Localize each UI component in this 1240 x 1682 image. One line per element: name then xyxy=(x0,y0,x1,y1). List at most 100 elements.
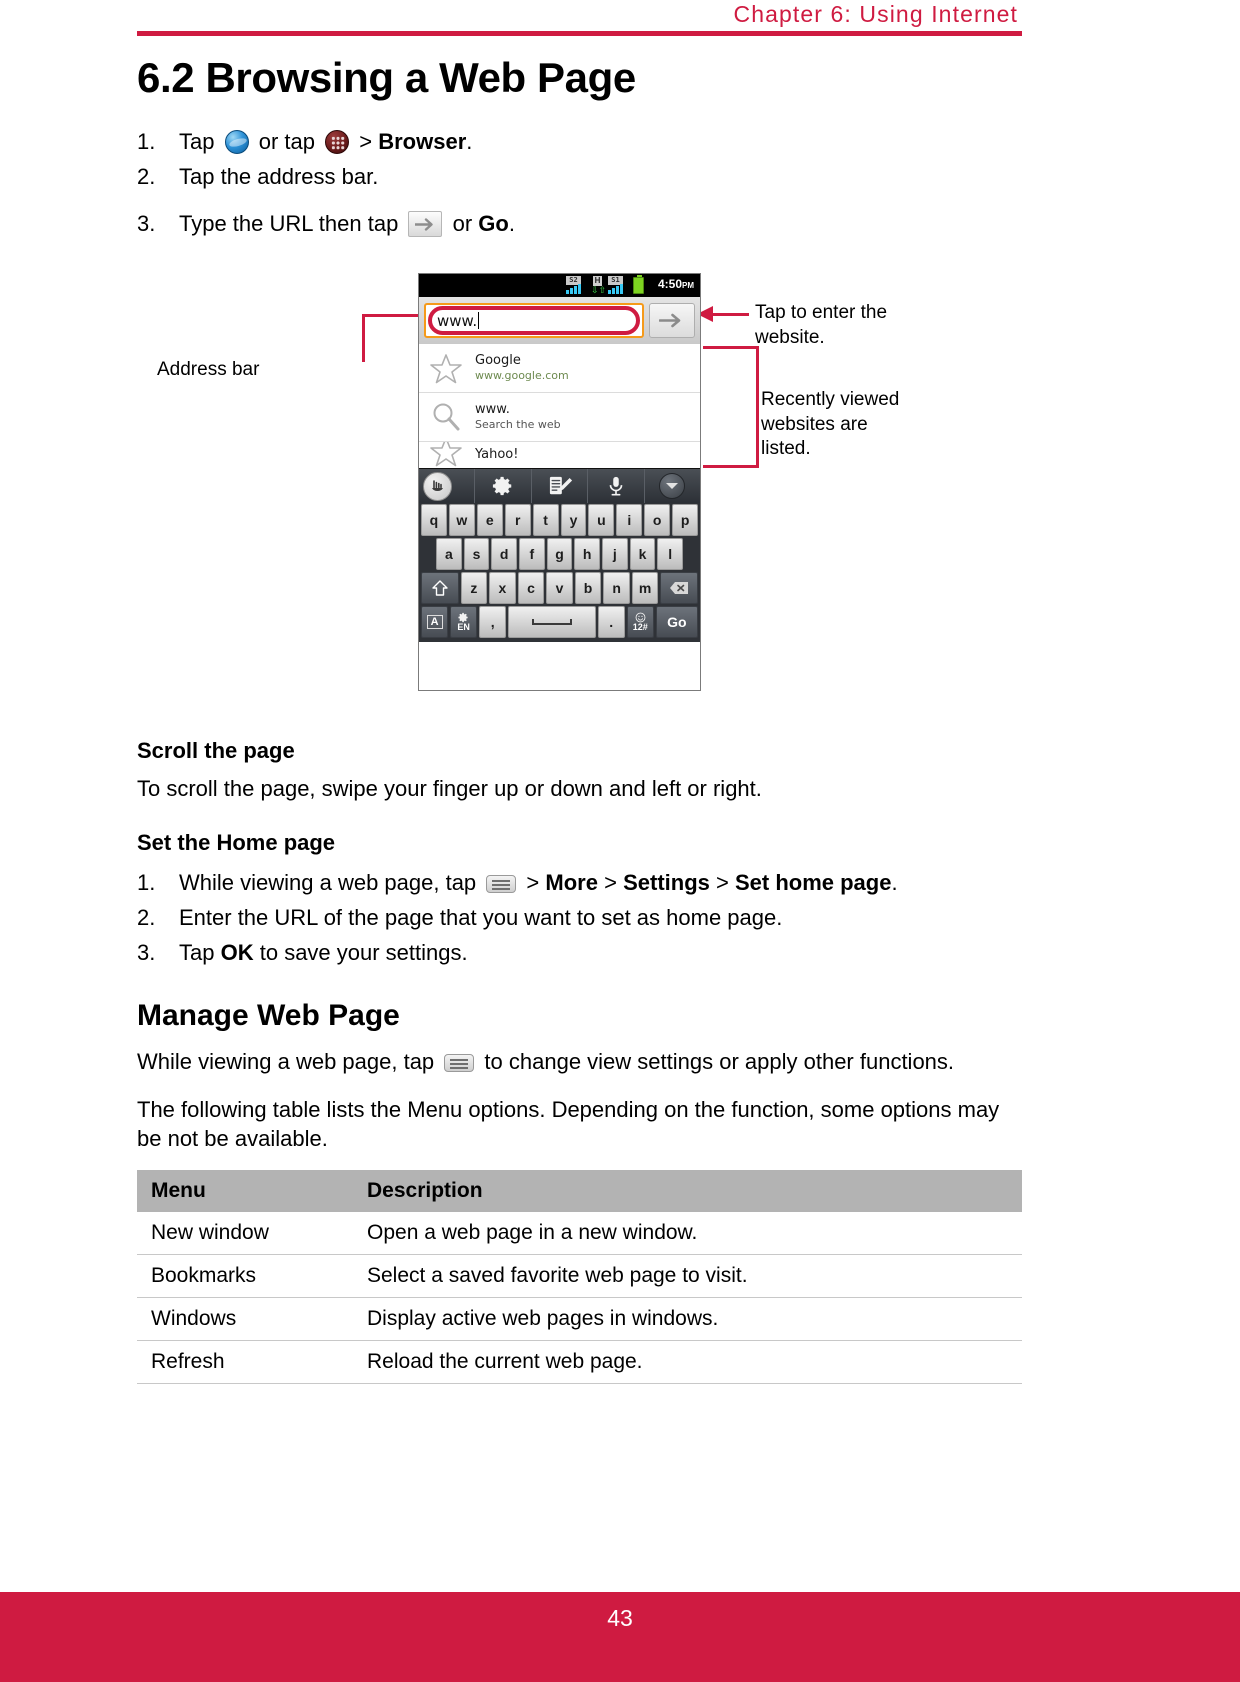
key-d[interactable]: d xyxy=(491,538,518,571)
manage-text-after: to change view settings or apply other f… xyxy=(484,1048,955,1074)
keyboard-row-1: q w e r t y u i o p xyxy=(421,504,699,537)
key-o[interactable]: o xyxy=(644,504,671,537)
key-z[interactable]: z xyxy=(460,572,488,605)
column-header-menu: Menu xyxy=(137,1169,353,1212)
backspace-key[interactable] xyxy=(660,572,699,605)
key-w[interactable]: w xyxy=(448,504,475,537)
key-y[interactable]: y xyxy=(560,504,587,537)
step-bold-browser: Browser xyxy=(378,129,467,155)
suggestion-subtitle: www.google.com xyxy=(475,369,569,383)
key-b[interactable]: b xyxy=(574,572,602,605)
step-sep-1: > xyxy=(526,869,540,895)
step-sep-2: > xyxy=(604,869,617,895)
key-e[interactable]: e xyxy=(476,504,503,537)
go-button[interactable] xyxy=(649,303,695,339)
suggestion-subtitle: Search the web xyxy=(475,418,561,432)
table-row: Refresh Reload the current web page. xyxy=(137,1340,1022,1384)
leader-line-recent-top xyxy=(703,346,759,350)
step-number: 2. xyxy=(137,164,156,190)
ime-voice-button[interactable] xyxy=(588,469,645,504)
callout-address-bar: Address bar xyxy=(157,359,260,381)
cell-description: Open a web page in a new window. xyxy=(353,1211,1022,1255)
key-i[interactable]: i xyxy=(616,504,643,537)
manage-paragraph-1: While viewing a web page, tap to change … xyxy=(137,1047,1022,1077)
key-p[interactable]: p xyxy=(672,504,699,537)
step-text-before: While viewing a web page, tap xyxy=(179,869,477,895)
ime-edit-button[interactable] xyxy=(532,469,589,504)
suggestion-item-search[interactable]: www. Search the web xyxy=(419,393,700,443)
cell-description: Display active web pages in windows. xyxy=(353,1297,1022,1341)
home-step-1: 1. While viewing a web page, tap > More … xyxy=(137,866,1022,899)
app-drawer-icon xyxy=(325,130,350,155)
step-bold-set-home-page: Set home page xyxy=(734,869,892,895)
key-k[interactable]: k xyxy=(629,538,656,571)
leader-line-recent-bottom xyxy=(703,465,759,469)
leader-line-address-h xyxy=(362,314,419,318)
key-j[interactable]: j xyxy=(602,538,628,571)
step-text-after: to save your settings. xyxy=(259,939,468,965)
key-c[interactable]: c xyxy=(517,572,545,605)
keyboard-row-4: A EN , . 12# Go xyxy=(421,606,698,639)
language-key[interactable]: EN xyxy=(450,606,478,639)
suggestion-item-yahoo[interactable]: Yahoo! xyxy=(419,442,700,468)
key-a[interactable]: a xyxy=(436,538,462,571)
key-m[interactable]: m xyxy=(631,572,659,605)
go-arrow-icon xyxy=(408,211,443,238)
key-r[interactable]: r xyxy=(504,504,531,537)
step-number: 3. xyxy=(137,211,156,237)
scroll-body-text: To scroll the page, swipe your finger up… xyxy=(137,776,762,802)
key-v[interactable]: v xyxy=(546,572,573,605)
step-bold-settings: Settings xyxy=(623,869,710,895)
go-key[interactable]: Go xyxy=(655,606,698,639)
ime-settings-button[interactable] xyxy=(475,469,532,504)
manage-text-before: While viewing a web page, tap xyxy=(137,1048,435,1074)
browser-figure: Address bar Tap to enter the website. Re… xyxy=(137,268,1022,738)
key-g[interactable]: g xyxy=(546,538,573,571)
key-q[interactable]: q xyxy=(421,504,447,537)
cell-menu: Refresh xyxy=(137,1340,353,1384)
step-bold-ok: OK xyxy=(220,939,254,965)
step-bold-more: More xyxy=(545,869,598,895)
numbers-key[interactable]: 12# xyxy=(626,606,654,639)
step-period: . xyxy=(508,211,515,237)
home-step-3: 3. Tap OK to save your settings. xyxy=(137,936,1022,969)
suggestion-title: Yahoo! xyxy=(475,447,519,463)
space-key[interactable] xyxy=(508,606,596,639)
touch-hand-icon[interactable] xyxy=(423,472,452,502)
key-f[interactable]: f xyxy=(519,538,545,571)
suggestion-item-google[interactable]: Google www.google.com xyxy=(419,344,700,394)
leader-line-recent-v xyxy=(756,346,759,469)
chevron-down-icon xyxy=(659,473,686,500)
symbols-key[interactable]: A xyxy=(421,606,449,639)
microphone-icon xyxy=(609,477,623,496)
key-x[interactable]: x xyxy=(489,572,516,605)
hsdpa-data-icon: H ⇩⇧ xyxy=(591,276,607,296)
key-l[interactable]: l xyxy=(657,538,684,571)
comma-key[interactable]: , xyxy=(479,606,507,639)
shift-key[interactable] xyxy=(421,572,459,605)
suggestion-title: Google xyxy=(475,353,521,369)
browse-step-3: 3. Type the URL then tap or Go. xyxy=(137,207,1022,240)
step-number: 1. xyxy=(137,869,156,895)
address-bar-row: www. xyxy=(419,297,700,345)
key-n[interactable]: n xyxy=(603,572,630,605)
phone-status-bar: S2 H ⇩⇧ S1 4:50PM xyxy=(419,274,700,298)
key-h[interactable]: h xyxy=(574,538,601,571)
step-separator: > xyxy=(359,129,373,155)
ime-collapse-button[interactable] xyxy=(645,469,700,503)
suggestion-list: Google www.google.com www. Search the we… xyxy=(419,344,700,469)
battery-icon xyxy=(633,274,644,294)
row2-spacer-right xyxy=(685,538,698,570)
menu-key-icon xyxy=(486,874,517,893)
key-s[interactable]: s xyxy=(463,538,490,571)
page-number: 43 xyxy=(607,1605,633,1631)
key-t[interactable]: t xyxy=(532,504,559,537)
period-key[interactable]: . xyxy=(597,606,625,639)
step-number: 2. xyxy=(137,904,156,930)
address-input[interactable]: www. xyxy=(424,303,644,339)
step-text: Tap the address bar. xyxy=(179,164,379,190)
step-period: . xyxy=(891,869,898,895)
step-text: Enter the URL of the page that you want … xyxy=(179,904,783,930)
ime-toolbar xyxy=(419,468,700,504)
key-u[interactable]: u xyxy=(588,504,615,537)
